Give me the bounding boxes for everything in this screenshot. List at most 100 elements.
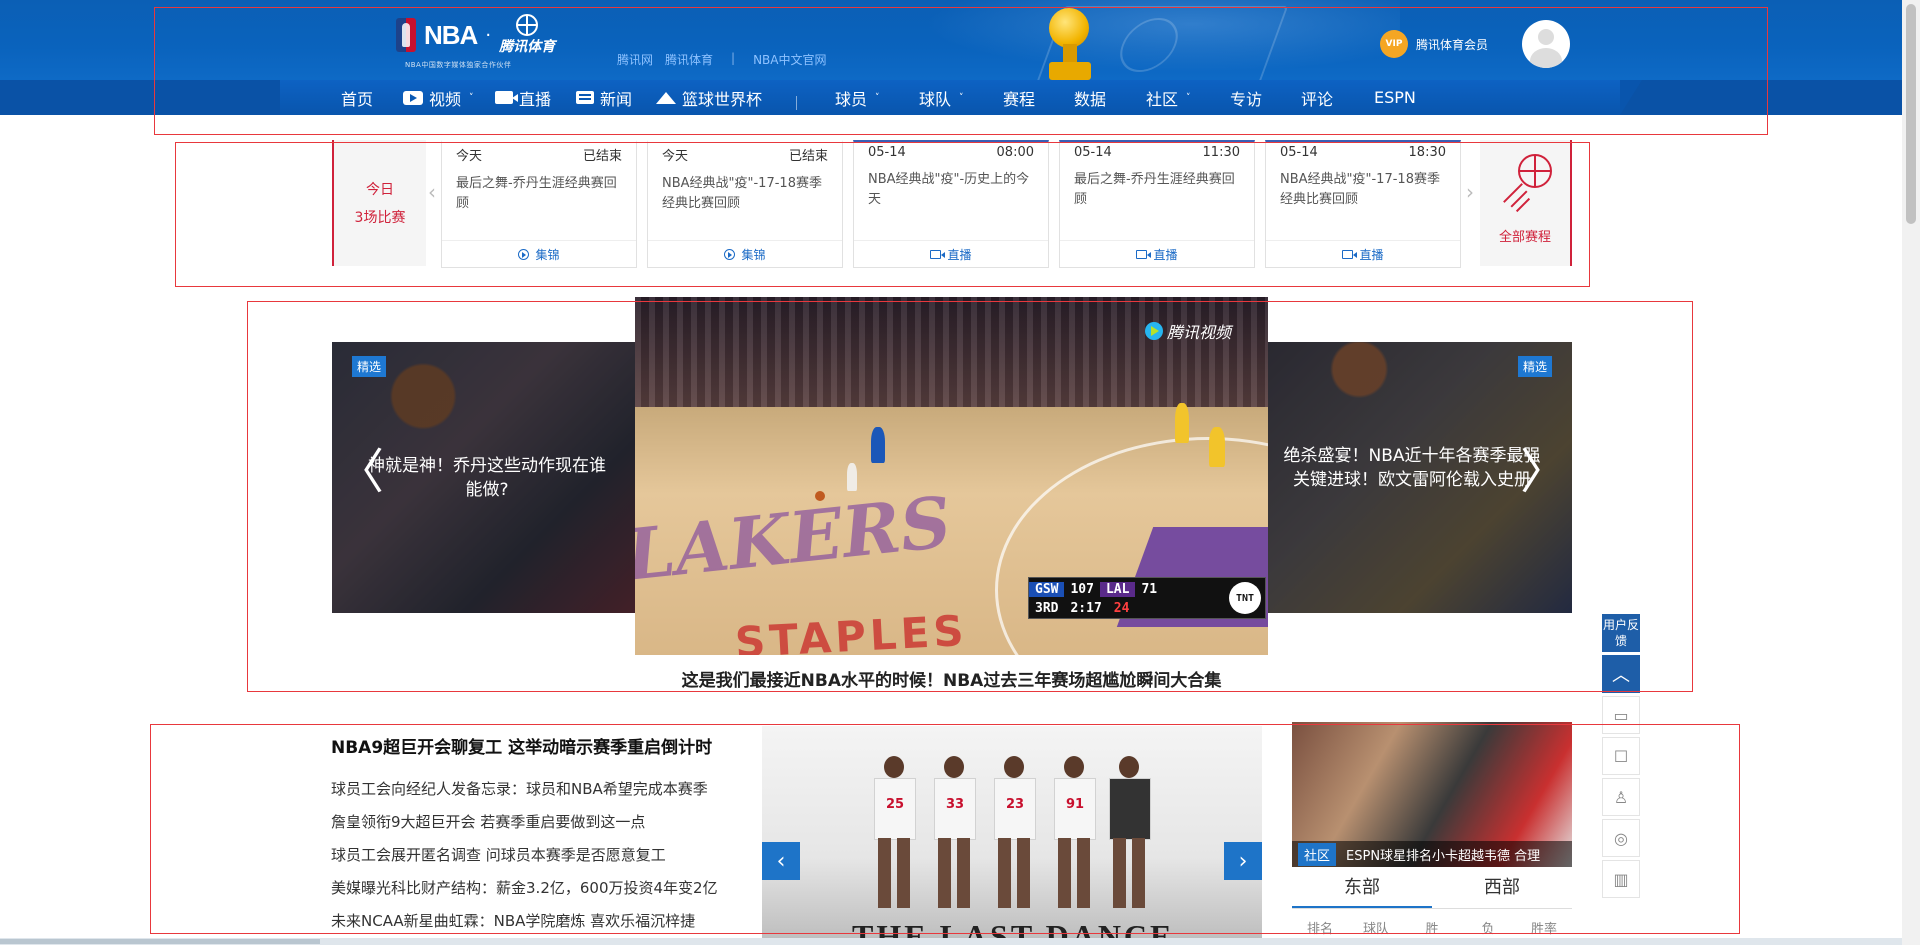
nav-schedule-label: 赛程 xyxy=(1003,89,1036,109)
game-status: 已结束 xyxy=(582,149,622,164)
link-sports[interactable]: 腾讯体育 xyxy=(665,51,713,68)
nav-world-cup[interactable]: 篮球世界杯 xyxy=(656,80,762,115)
featured-badge: 精选 xyxy=(352,356,387,377)
all-schedule-label: 全部赛程 xyxy=(1498,230,1551,245)
vertical-scrollbar[interactable] xyxy=(1902,0,1920,945)
game-card[interactable]: 05-14 08:00 NBA经典战"疫"-历史上的今天 直播 xyxy=(853,140,1049,268)
nav-stats-label: 数据 xyxy=(1074,89,1107,109)
player-figure xyxy=(1175,403,1189,443)
schedule-prev-arrow[interactable]: ‹ xyxy=(428,180,436,204)
scoreboard-overlay: GSW 107 LAL 71 3RD 2:17 24 TNT xyxy=(1028,577,1266,619)
hero-right-caption: 绝杀盛宴！NBA近十年各赛季最强关键进球！欧文雷阿伦载入史册 xyxy=(1283,446,1541,490)
col-wins: 胜 xyxy=(1425,922,1439,937)
nav-divider xyxy=(796,96,797,110)
user-avatar[interactable] xyxy=(1522,20,1570,68)
slide-next-button[interactable]: › xyxy=(1224,842,1262,880)
team2-name: LAL xyxy=(1099,581,1136,597)
nav-video[interactable]: 视频 ˅ xyxy=(403,80,474,115)
nav-players[interactable]: 球员 ˅ xyxy=(835,80,880,115)
game-card[interactable]: 05-14 18:30 NBA经典战"疫"-17-18赛季经典比赛回顾 直播 xyxy=(1265,140,1461,268)
nav-live[interactable]: 直播 xyxy=(495,80,551,115)
site-logo[interactable]: NBA · 腾讯体育 xyxy=(396,14,555,56)
tab-west[interactable]: 西部 xyxy=(1432,868,1572,908)
chat-icon[interactable]: ☐ xyxy=(1602,737,1640,775)
nav-interviews-label: 专访 xyxy=(1230,89,1263,109)
news-item[interactable]: 美媒曝光科比财产结构：薪金3.2亿，600万投资4年变2亿 xyxy=(331,872,718,905)
team2-score: 71 xyxy=(1141,581,1158,597)
link-nba-official[interactable]: NBA中文官网 xyxy=(753,51,826,68)
game-date: 今天 xyxy=(662,149,689,164)
game-date: 05-14 xyxy=(1280,145,1318,160)
basketball xyxy=(815,491,825,501)
today-games[interactable]: 今日 3场比赛 xyxy=(332,140,426,266)
today-label: 今日 xyxy=(366,182,394,198)
game-card[interactable]: 05-14 11:30 最后之舞-乔丹生涯经典赛回顾 直播 xyxy=(1059,140,1255,268)
back-to-top-button[interactable]: ︿ xyxy=(1602,655,1640,693)
feedback-button[interactable]: 用户反馈 xyxy=(1602,614,1640,652)
crowd-background xyxy=(635,297,1268,407)
news-item[interactable]: 球员工会展开匿名调查 问球员本赛季是否愿意复工 xyxy=(331,839,718,872)
user-star-icon[interactable]: ♙ xyxy=(1602,778,1640,816)
basketball-icon[interactable]: ◎ xyxy=(1602,819,1640,857)
hero-slide-left[interactable]: 精选 〈 神就是神！乔丹这些动作现在谁能做? xyxy=(332,342,636,613)
link-qq[interactable]: 腾讯网 xyxy=(617,51,653,68)
nav-interviews[interactable]: 专访 xyxy=(1230,80,1262,115)
player-figure: 91 xyxy=(1052,756,1096,916)
game-card[interactable]: 今天 已结束 最后之舞-乔丹生涯经典赛回顾 集锦 xyxy=(441,140,637,268)
nav-comments[interactable]: 评论 xyxy=(1301,80,1333,115)
game-title: NBA经典战"疫"-历史上的今天 xyxy=(868,172,1030,207)
news-headline[interactable]: NBA9超巨开会聊复工 这举动暗示赛季重启倒计时 xyxy=(331,733,712,758)
conference-tabs: 东部 西部 xyxy=(1292,868,1572,908)
game-action[interactable]: 直播 xyxy=(1060,240,1254,267)
nav-stats[interactable]: 数据 xyxy=(1074,80,1106,115)
video-camera-icon xyxy=(1342,249,1358,259)
game-card[interactable]: 今天 已结束 NBA经典战"疫"-17-18赛季经典比赛回顾 集锦 xyxy=(647,140,843,268)
game-status: 11:30 xyxy=(1202,145,1240,160)
hero-main-caption[interactable]: 这是我们最接近NBA水平的时候！NBA过去三年赛场超尴尬瞬间大合集 xyxy=(635,666,1268,691)
nav-teams[interactable]: 球队 ˅ xyxy=(919,80,964,115)
bar-chart-icon[interactable]: ▥ xyxy=(1602,860,1640,898)
hero-left-caption: 神就是神！乔丹这些动作现在谁能做? xyxy=(368,456,606,500)
game-title: NBA经典战"疫"-17-18赛季经典比赛回顾 xyxy=(1280,172,1440,207)
news-slideshow[interactable]: 25 33 23 91 THE LAST DANCE ‹ › xyxy=(762,726,1262,945)
team1-name: GSW xyxy=(1029,581,1065,597)
carousel-next-arrow[interactable]: 〉 xyxy=(1520,442,1568,502)
game-action[interactable]: 集锦 xyxy=(648,240,842,267)
trophy-graphic xyxy=(1035,4,1095,80)
nav-espn[interactable]: ESPN xyxy=(1374,80,1416,115)
game-action[interactable]: 直播 xyxy=(854,240,1048,267)
game-action[interactable]: 集锦 xyxy=(442,240,636,267)
nav-home-label: 首页 xyxy=(341,89,374,109)
hero-main-video[interactable]: LAKERS STAPLES 腾讯视频 GSW 107 LAL 71 3RD 2… xyxy=(635,297,1268,655)
shot-clock: 24 xyxy=(1113,600,1130,616)
game-action-label: 直播 xyxy=(947,247,972,262)
scrollbar-thumb[interactable] xyxy=(0,939,320,944)
basketball-icon xyxy=(1500,154,1552,213)
chevron-down-icon: ˅ xyxy=(1186,92,1191,103)
game-action[interactable]: 直播 xyxy=(1266,240,1460,267)
col-pct: 胜率 xyxy=(1530,922,1557,937)
game-action-label: 集锦 xyxy=(535,247,560,262)
game-clock: 2:17 xyxy=(1070,600,1102,616)
scrollbar-thumb[interactable] xyxy=(1906,4,1916,224)
tnt-logo: TNT xyxy=(1229,582,1261,614)
news-item[interactable]: 詹皇领衔9大超巨开会 若赛季重启要做到这一点 xyxy=(331,806,718,839)
all-schedule-link[interactable]: 全部赛程 xyxy=(1480,140,1572,266)
nav-schedule[interactable]: 赛程 xyxy=(1003,80,1035,115)
vip-membership[interactable]: VIP 腾讯体育会员 xyxy=(1380,30,1488,58)
nav-community[interactable]: 社区 ˅ xyxy=(1146,80,1191,115)
schedule-next-arrow[interactable]: › xyxy=(1466,180,1474,204)
tab-east[interactable]: 东部 xyxy=(1292,868,1432,908)
court-logo-text: LAKERS xyxy=(635,480,955,597)
slide-prev-button[interactable]: ‹ xyxy=(762,842,800,880)
hero-slide-right[interactable]: 精选 绝杀盛宴！NBA近十年各赛季最强关键进球！欧文雷阿伦载入史册 〉 xyxy=(1268,342,1572,613)
nav-news[interactable]: 新闻 xyxy=(576,80,632,115)
news-list: 球员工会向经纪人发备忘录：球员和NBA希望完成本赛季 詹皇领衔9大超巨开会 若赛… xyxy=(331,773,718,938)
horizontal-scrollbar[interactable] xyxy=(0,938,1902,945)
featured-badge: 精选 xyxy=(1517,356,1552,377)
news-item[interactable]: 球员工会向经纪人发备忘录：球员和NBA希望完成本赛季 xyxy=(331,773,718,806)
video-icon[interactable]: ▭ xyxy=(1602,696,1640,734)
news-item[interactable]: 未来NCAA新星曲虹霖：NBA学院磨炼 喜欢乐福沉梓捷 xyxy=(331,905,718,938)
community-card[interactable]: 社区 ESPN球星排名小卡超越韦德 合理 xyxy=(1292,722,1572,867)
nav-home[interactable]: 首页 xyxy=(341,80,373,115)
